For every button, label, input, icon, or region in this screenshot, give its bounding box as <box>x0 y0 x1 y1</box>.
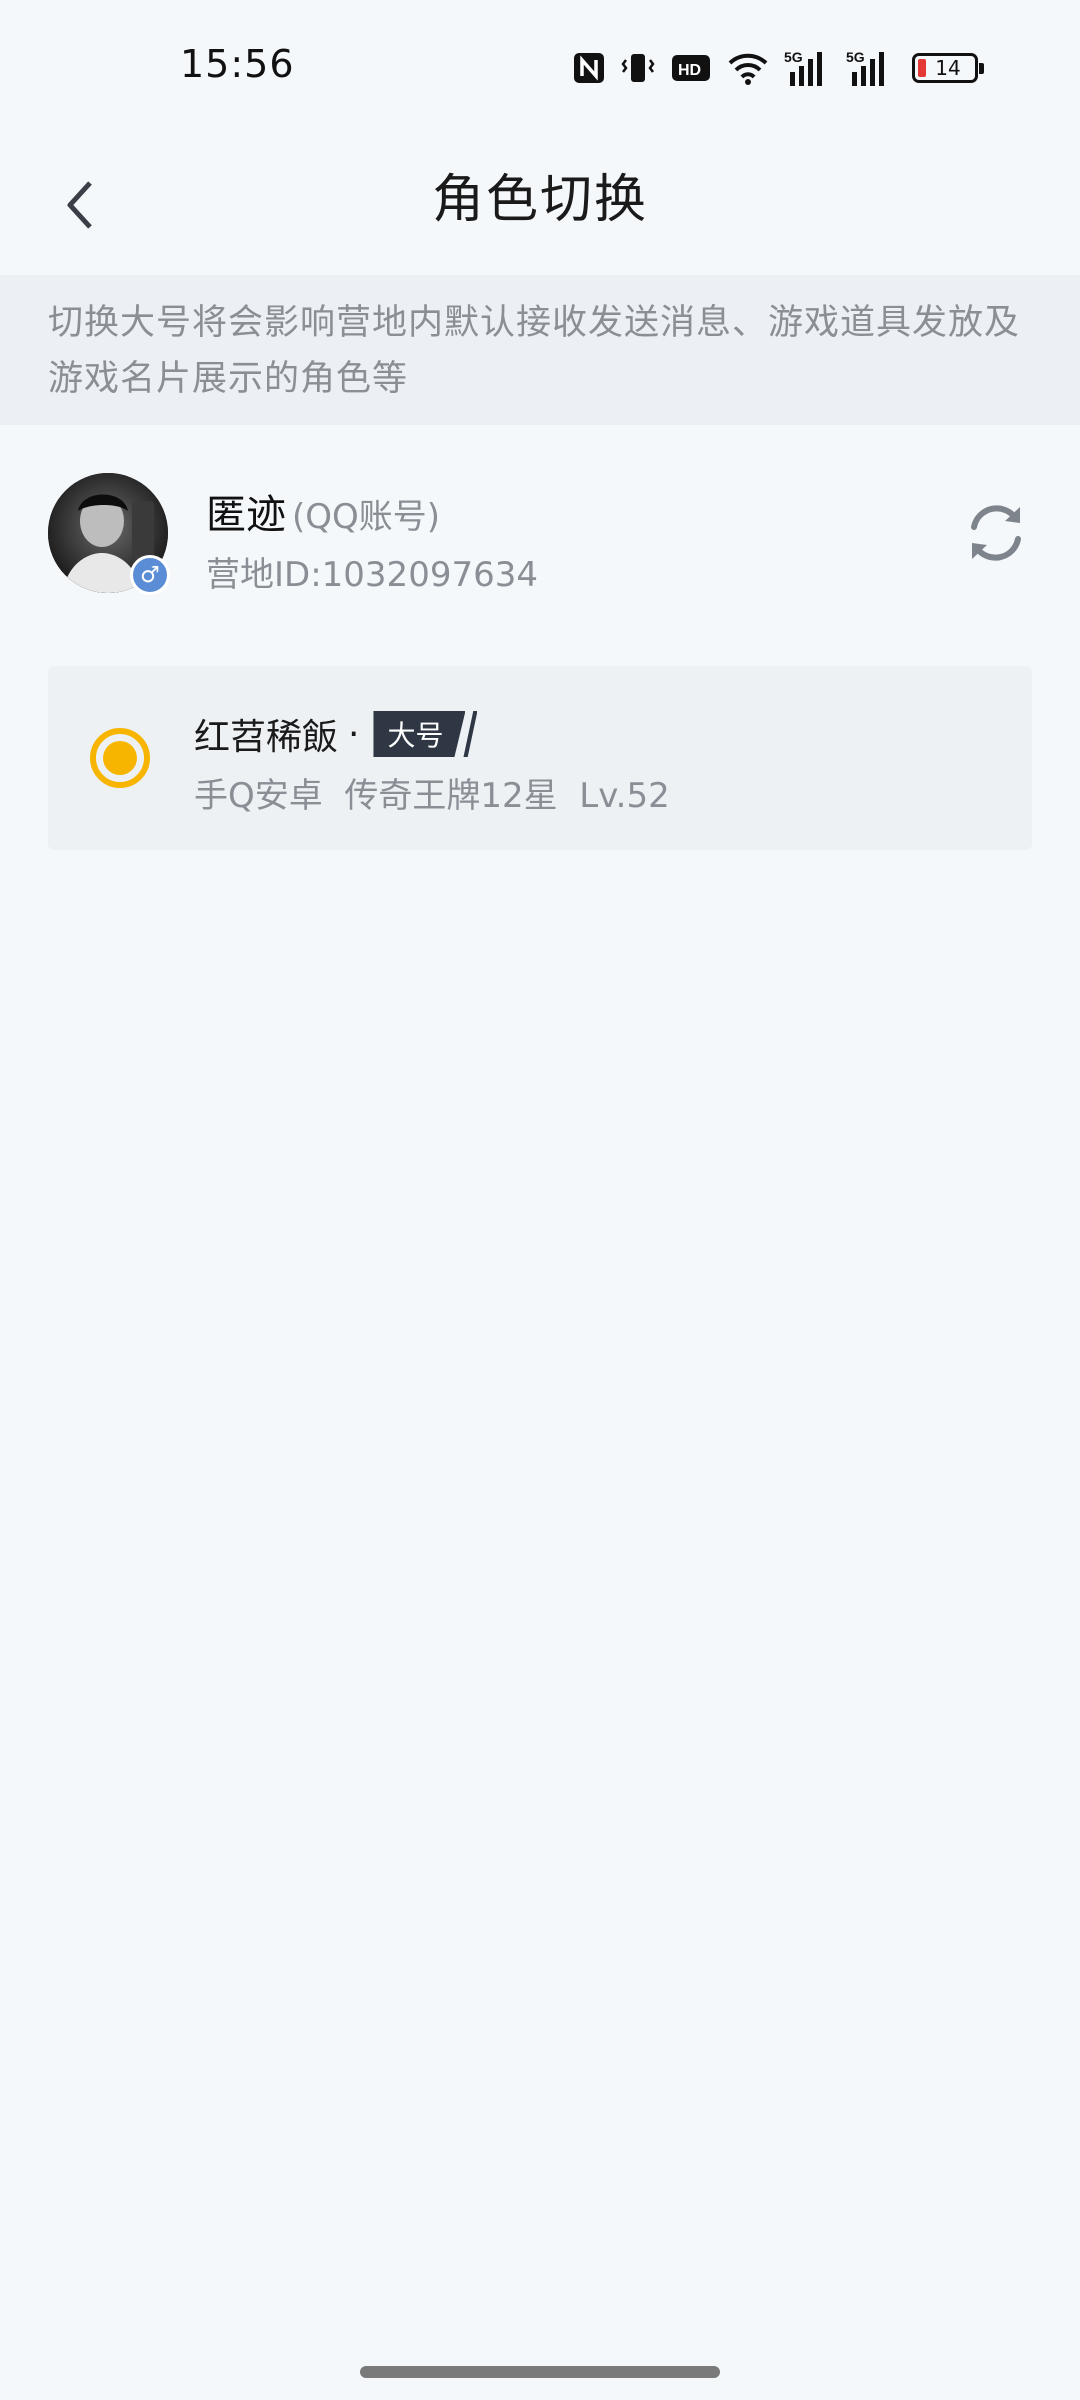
vibrate-icon <box>620 46 656 90</box>
role-info: 手Q安卓 传奇王牌12星 Lv.52 <box>194 776 670 816</box>
nfc-icon <box>572 46 606 90</box>
tag-slash-decoration <box>463 711 478 757</box>
signal-5g-icon: 5G <box>784 46 832 90</box>
role-name: 红苕稀飯 <box>194 717 339 758</box>
svg-text:5G: 5G <box>784 49 803 65</box>
signal-5g-icon: 5G <box>846 46 894 90</box>
main-account-tag: 大号 <box>373 711 478 757</box>
notice-banner: 切换大号将会影响营地内默认接收发送消息、游戏道具发放及游戏名片展示的角色等 <box>0 275 1080 425</box>
battery-icon: 14 <box>908 46 984 90</box>
account-row: ♂ 匿迹 (QQ账号) 营地ID:1032097634 <box>0 455 1080 605</box>
role-separator: · <box>348 713 360 755</box>
battery-level: 14 <box>935 56 961 80</box>
status-time: 15:56 <box>180 42 295 86</box>
refresh-icon <box>971 505 1021 561</box>
status-icons: HD 5G 5G 14 <box>572 46 984 90</box>
camp-id: 营地ID:1032097634 <box>206 555 538 595</box>
status-bar: 15:56 HD 5G 5G 14 <box>0 0 1080 135</box>
account-name-line: 匿迹 (QQ账号) <box>206 482 440 540</box>
account-name: 匿迹 <box>206 492 286 538</box>
radio-selected-dot <box>103 741 137 775</box>
wifi-icon <box>726 46 770 90</box>
role-radio[interactable] <box>90 728 150 788</box>
svg-text:5G: 5G <box>846 49 865 65</box>
title-bar: 角色切换 <box>0 135 1080 275</box>
page-title: 角色切换 <box>431 170 648 230</box>
role-name-line: 红苕稀飯 · 大号 <box>194 708 478 760</box>
hd-icon: HD <box>670 46 712 90</box>
screen: 15:56 HD 5G 5G 14 角色切换 切换大号将会影响营地内默认接收发送… <box>0 0 1080 2400</box>
account-type: (QQ账号) <box>292 497 441 537</box>
role-card[interactable]: 红苕稀飯 · 大号 手Q安卓 传奇王牌12星 Lv.52 <box>48 666 1032 850</box>
notice-text: 切换大号将会影响营地内默认接收发送消息、游戏道具发放及游戏名片展示的角色等 <box>48 303 1021 399</box>
main-account-tag-label: 大号 <box>373 711 466 757</box>
male-icon: ♂ <box>130 555 170 595</box>
refresh-button[interactable] <box>960 497 1032 569</box>
home-indicator[interactable] <box>360 2366 720 2378</box>
svg-text:HD: HD <box>678 62 701 79</box>
